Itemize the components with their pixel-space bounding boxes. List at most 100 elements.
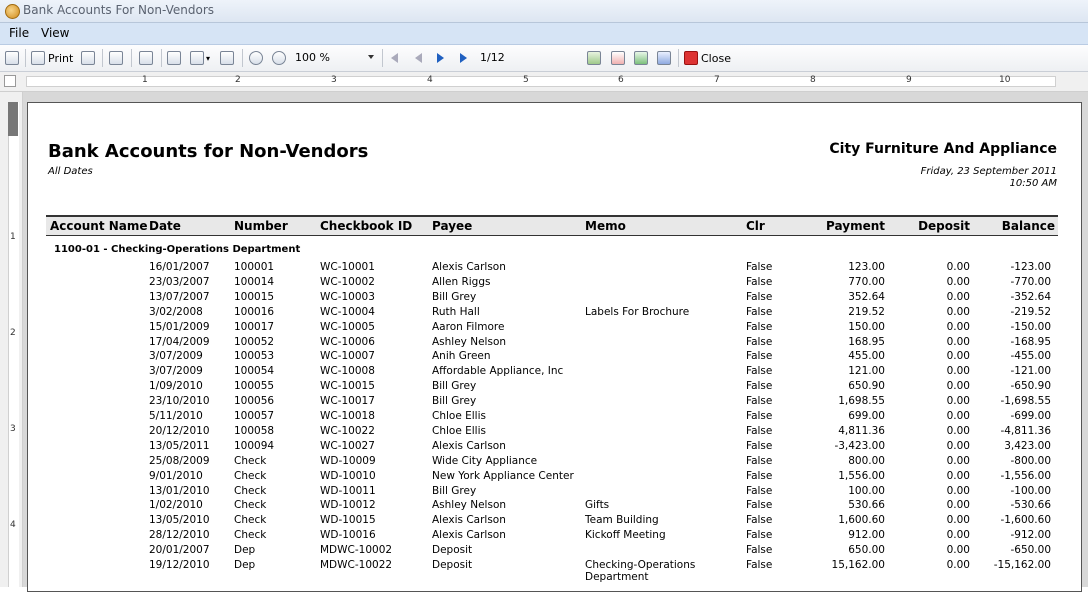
cell-clr: False xyxy=(746,439,773,452)
cell-number: 100016 xyxy=(234,305,275,318)
export-excel-button[interactable] xyxy=(634,50,648,66)
cell-clr: False xyxy=(746,305,773,318)
copy-icon xyxy=(109,51,123,65)
cell-deposit: 0.00 xyxy=(946,290,970,303)
zoom-in-button[interactable] xyxy=(272,50,286,66)
export-button[interactable] xyxy=(587,50,601,66)
previous-page-icon[interactable] xyxy=(415,53,422,63)
cell-checkbook: WC-10005 xyxy=(320,320,375,333)
margin-marker[interactable] xyxy=(8,102,18,136)
table-row: 9/01/2010 Check WD-10010 New York Appliance… xyxy=(46,470,1058,485)
cell-payment: -3,423.00 xyxy=(834,439,885,452)
cell-checkbook: WC-10008 xyxy=(320,365,375,378)
printer-icon xyxy=(31,51,45,65)
cell-payment: 699.00 xyxy=(848,410,885,422)
preview-area[interactable]: Bank Accounts for Non-Vendors All Dates … xyxy=(23,92,1088,592)
column-header: Balance xyxy=(1001,219,1055,233)
cell-deposit: 0.00 xyxy=(946,320,970,333)
ruler-number: 10 xyxy=(999,75,1011,85)
column-header: Memo xyxy=(585,219,626,233)
cell-deposit: 0.00 xyxy=(946,261,970,273)
cell-memo: Checking-Operations Department xyxy=(585,559,696,583)
cell-payee: Bill Grey xyxy=(432,395,477,408)
cell-payee: Allen Riggs xyxy=(432,275,491,288)
cell-balance: -1,600.60 xyxy=(1000,514,1051,527)
cell-deposit: 0.00 xyxy=(946,469,970,482)
cell-number: 100058 xyxy=(234,424,275,437)
cell-memo: Gifts xyxy=(585,499,610,512)
cell-number: Check xyxy=(234,499,267,512)
cell-clr: False xyxy=(746,275,773,288)
separator xyxy=(678,49,679,67)
page-indicator[interactable]: 1/12 xyxy=(480,51,505,64)
cell-clr: False xyxy=(746,350,773,363)
cell-deposit: 0.00 xyxy=(946,559,970,571)
export-word-button[interactable] xyxy=(657,50,671,66)
multi-page-button[interactable]: ▾ xyxy=(190,50,210,66)
menu-file[interactable]: File xyxy=(9,26,29,40)
column-header: Payee xyxy=(432,219,473,233)
cell-payee: Bill Grey xyxy=(432,290,477,303)
zoom-out-button[interactable] xyxy=(249,50,263,66)
document-map-button[interactable] xyxy=(5,50,19,66)
find-button[interactable] xyxy=(139,50,153,66)
close-label: Close xyxy=(701,51,731,65)
zoom-out-icon xyxy=(249,51,263,65)
menu-view[interactable]: View xyxy=(41,26,69,40)
cell-balance: -800.00 xyxy=(1010,454,1051,467)
cell-memo: Team Building xyxy=(585,514,659,527)
cell-payee: Aaron Filmore xyxy=(432,320,505,333)
cell-balance: -699.00 xyxy=(1010,410,1051,422)
ruler-number: 7 xyxy=(714,75,720,85)
cell-checkbook: WD-10009 xyxy=(320,454,376,467)
report-date: Friday, 23 September 2011 xyxy=(920,166,1057,177)
cell-date: 15/01/2009 xyxy=(149,320,210,333)
cell-deposit: 0.00 xyxy=(946,410,970,422)
column-header: Deposit xyxy=(918,219,970,233)
cell-payee: Wide City Appliance xyxy=(432,454,538,467)
cell-date: 28/12/2010 xyxy=(149,529,210,542)
ruler-number: 2 xyxy=(235,75,241,85)
single-page-button[interactable] xyxy=(167,50,181,66)
first-page-icon[interactable] xyxy=(391,53,398,63)
last-page-icon[interactable] xyxy=(460,53,467,63)
page-setup-button[interactable] xyxy=(81,50,95,66)
close-button[interactable]: Close xyxy=(684,50,731,66)
ruler-number: 4 xyxy=(427,75,433,85)
cell-balance: -650.00 xyxy=(1010,544,1051,557)
cell-deposit: 0.00 xyxy=(946,484,970,497)
export-icon xyxy=(587,51,601,65)
cell-balance: -100.00 xyxy=(1010,484,1051,497)
cell-balance: -15,162.00 xyxy=(993,559,1051,571)
cell-checkbook: WD-10015 xyxy=(320,514,376,527)
cell-number: Check xyxy=(234,469,267,482)
cell-date: 9/01/2010 xyxy=(149,469,203,482)
cell-clr: False xyxy=(746,290,773,303)
ruler-number: 3 xyxy=(331,75,337,85)
next-page-icon[interactable] xyxy=(437,53,444,63)
cell-deposit: 0.00 xyxy=(946,365,970,378)
cell-deposit: 0.00 xyxy=(946,439,970,452)
cell-payee: Affordable Appliance, Inc xyxy=(432,365,564,378)
continuous-button[interactable] xyxy=(220,50,234,66)
cell-payee: Anih Green xyxy=(432,350,491,363)
cell-date: 13/07/2007 xyxy=(149,290,210,303)
cell-number: 100001 xyxy=(234,261,275,273)
dropdown-arrow-icon: ▾ xyxy=(206,53,211,63)
export-pdf-button[interactable] xyxy=(611,50,625,66)
cell-deposit: 0.00 xyxy=(946,275,970,288)
copy-button[interactable] xyxy=(109,50,123,66)
zoom-select[interactable]: 100 % xyxy=(292,50,376,66)
cell-payee: Deposit xyxy=(432,544,473,557)
cell-clr: False xyxy=(746,469,773,482)
cell-payee: New York Appliance Center xyxy=(432,469,574,482)
cell-date: 25/08/2009 xyxy=(149,454,210,467)
print-button[interactable]: Print xyxy=(31,50,73,66)
cell-payment: 168.95 xyxy=(848,335,885,348)
cell-clr: False xyxy=(746,424,773,437)
table-row: 19/12/2010 Dep MDWC-10022 Deposit Checking-O… xyxy=(46,559,1058,583)
cell-payment: 770.00 xyxy=(848,275,885,288)
cell-date: 13/05/2011 xyxy=(149,439,210,452)
table-row: 20/12/2010 100058 WC-10022 Chloe Ellis False… xyxy=(46,425,1058,440)
document-map-icon xyxy=(5,51,19,65)
